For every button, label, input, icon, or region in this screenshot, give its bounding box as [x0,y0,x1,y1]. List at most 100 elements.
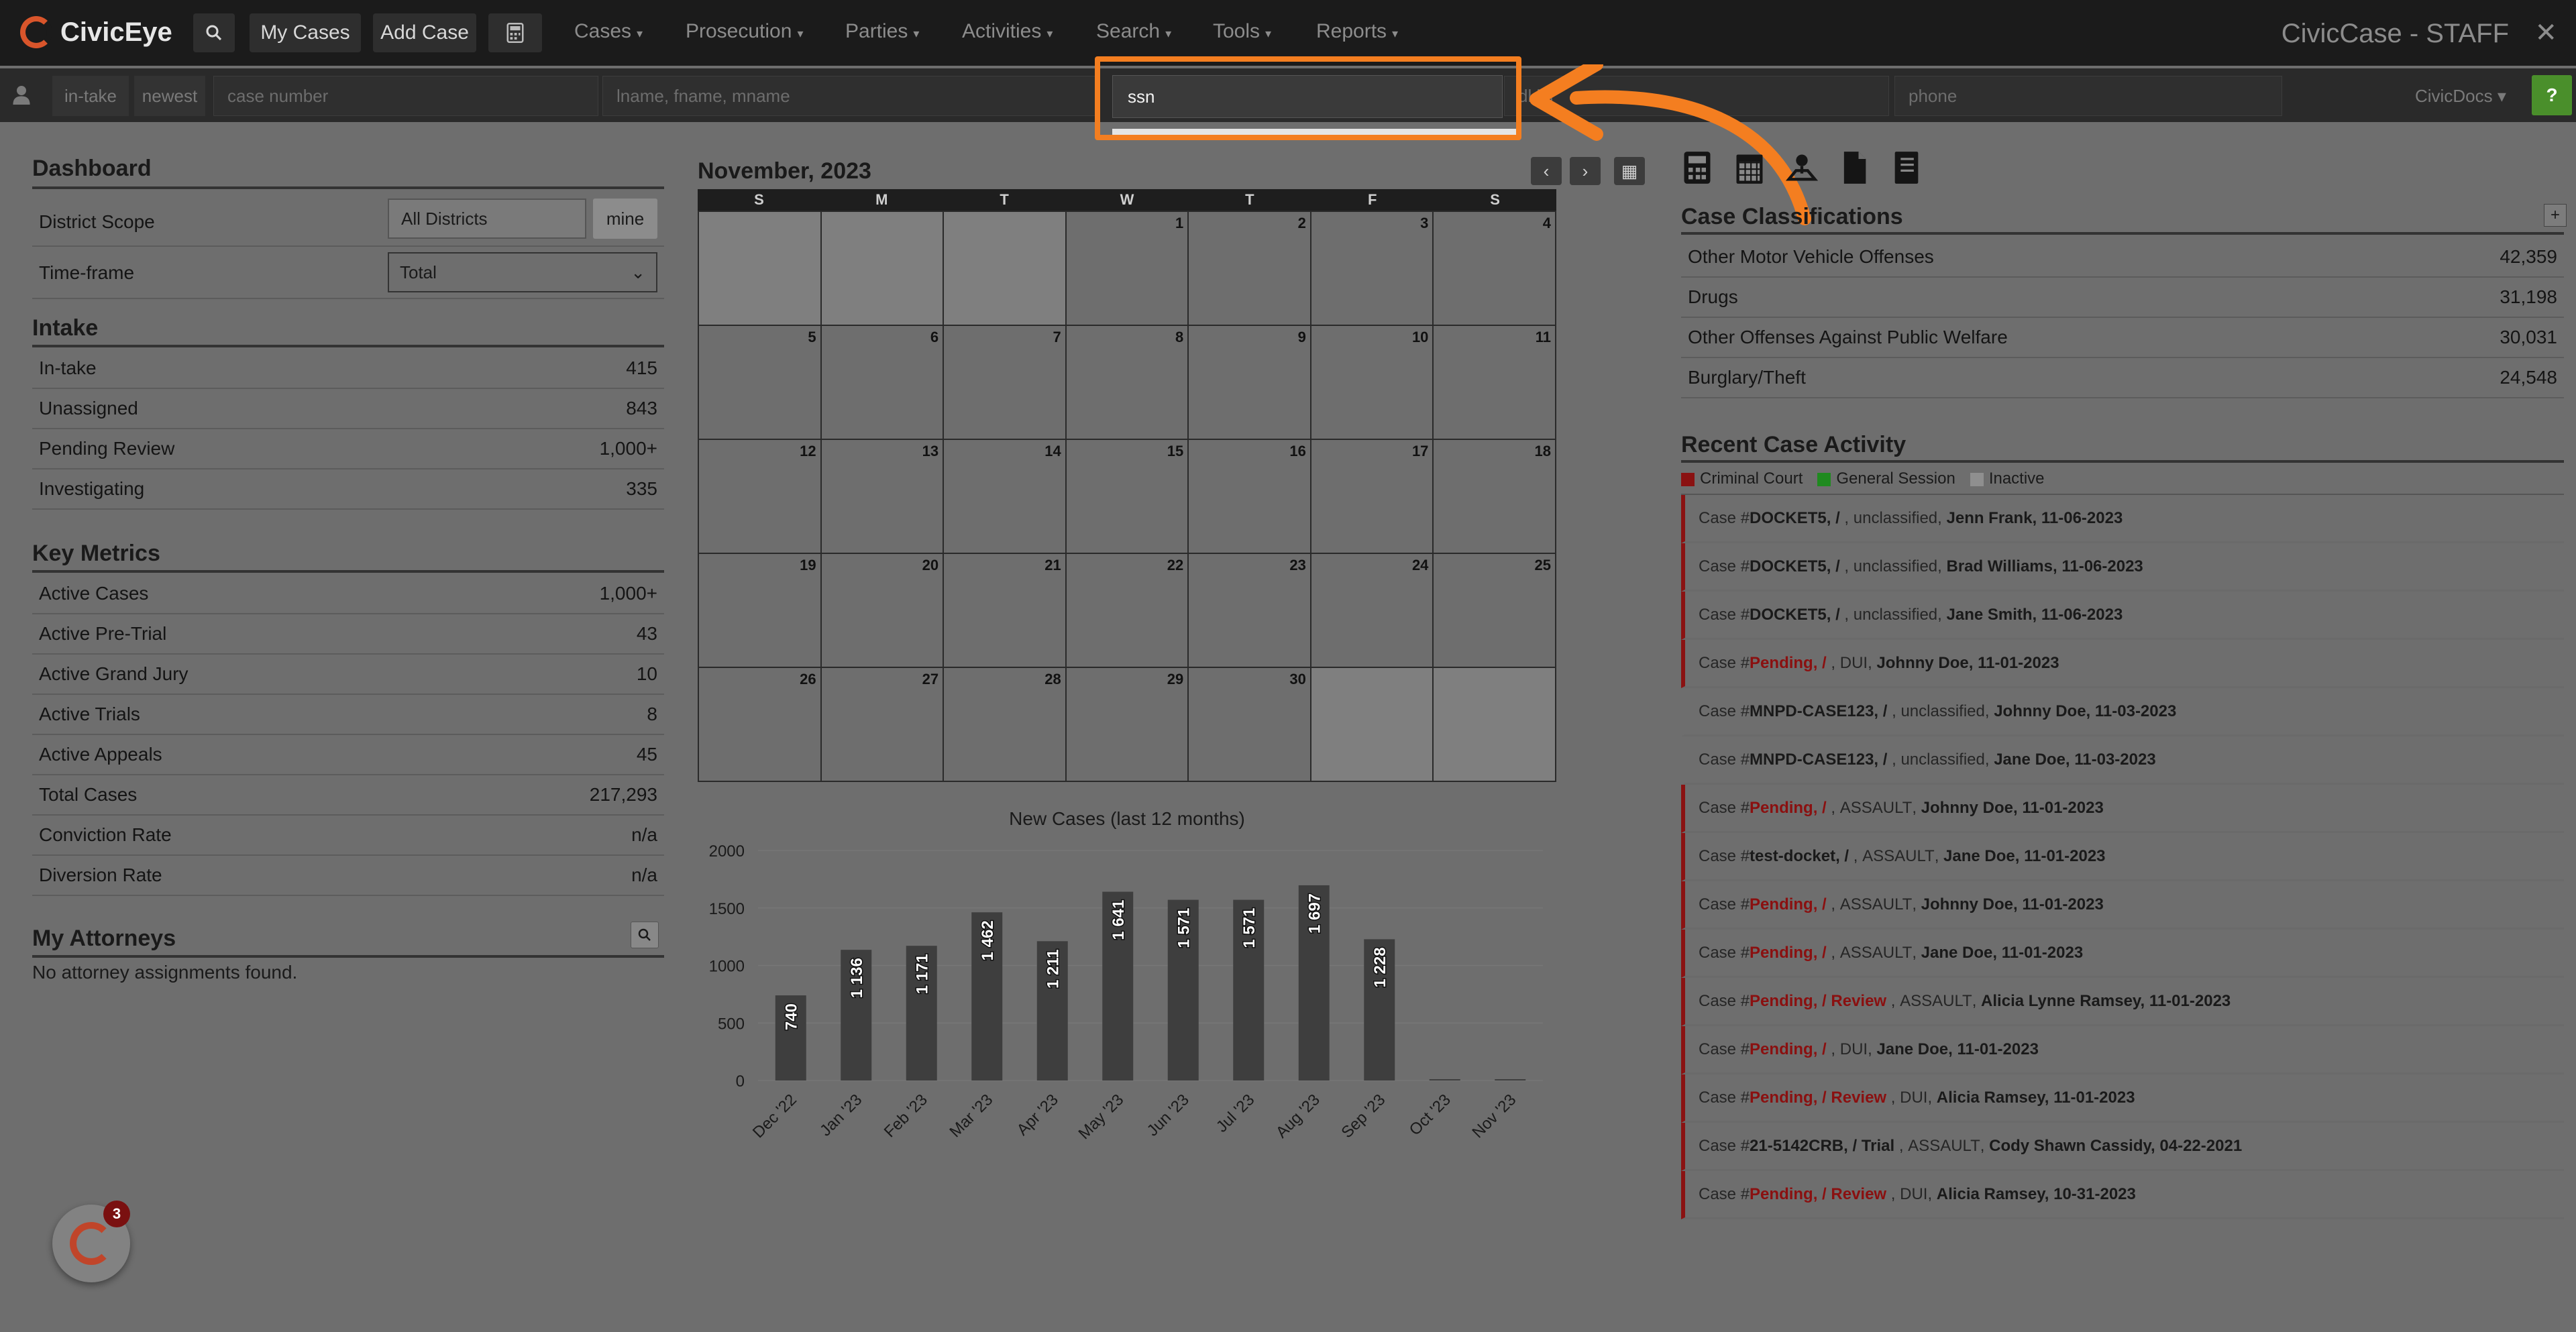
brand-logo[interactable]: CivicEye [20,16,172,48]
name-input[interactable]: lname, fname, mname [602,76,1099,116]
activity-row[interactable]: Case # Pending, / , ASSAULT, Johnny Doe, … [1681,881,2564,930]
menu-tools[interactable]: Tools ▾ [1213,20,1271,43]
activity-row[interactable]: Case # Pending, / Review , DUI, Alicia Ra… [1681,1074,2564,1123]
calendar-day-cell[interactable]: 7 [944,326,1067,440]
calendar-day-cell[interactable]: 8 [1066,326,1189,440]
calendar-day-cell[interactable]: 21 [944,554,1067,668]
menu-activities[interactable]: Activities ▾ [962,20,1053,43]
activity-row[interactable]: Case # DOCKET5, / , unclassified, Jane Sm… [1681,592,2564,640]
activity-row[interactable]: Case # DOCKET5, / , unclassified, Brad Wi… [1681,543,2564,592]
mine-button[interactable]: mine [593,199,657,239]
calendar-day-cell[interactable]: 22 [1066,554,1189,668]
classification-row[interactable]: Other Motor Vehicle Offenses 42,359 [1681,237,2564,278]
calendar-day-cell[interactable]: 17 [1311,440,1434,554]
metric-row[interactable]: Diversion Rate n/a [32,856,664,896]
row-label: Diversion Rate [39,865,162,885]
map-icon[interactable] [1786,150,1818,185]
help-button[interactable]: ? [2532,75,2572,115]
calendar-day-cell[interactable]: 3 [1311,212,1434,326]
calendar-day-cell[interactable]: 25 [1434,554,1556,668]
civicdocs-menu[interactable]: CivicDocs ▾ [2415,86,2506,107]
case-number-input[interactable]: case number [213,76,598,116]
activity-row[interactable]: Case # Pending, / Review , ASSAULT, Alici… [1681,978,2564,1026]
attorney-search-button[interactable] [631,922,659,948]
calendar-next-button[interactable]: › [1570,157,1601,185]
calendar-day-cell[interactable]: 28 [944,668,1067,782]
calendar-icon[interactable] [1733,150,1766,185]
calendar-day-cell[interactable]: 6 [821,326,945,440]
phone-input[interactable]: phone [1894,76,2282,116]
classification-row[interactable]: Drugs 31,198 [1681,278,2564,318]
menu-reports[interactable]: Reports ▾ [1316,20,1398,43]
legend-label: Criminal Court [1700,469,1803,488]
row-value: 10 [636,663,657,684]
metric-row[interactable]: Total Cases 217,293 [32,775,664,816]
activity-row[interactable]: Case # Pending, / , DUI, Jane Doe, 11-01-… [1681,1026,2564,1074]
calendar-day-cell[interactable]: 23 [1189,554,1311,668]
menu-parties[interactable]: Parties ▾ [845,20,919,43]
user-icon[interactable] [12,83,31,111]
close-icon[interactable]: ✕ [2534,17,2557,48]
calendar-day-cell[interactable]: 9 [1189,326,1311,440]
calendar-day-cell[interactable]: 15 [1066,440,1189,554]
calendar-day-cell[interactable]: 10 [1311,326,1434,440]
separator: , [1972,991,1982,1010]
notebook-icon[interactable] [1890,150,1923,185]
timeframe-select[interactable]: Total ⌄ [388,252,657,292]
calendar-day-cell[interactable]: 13 [821,440,945,554]
activity-row[interactable]: Case # Pending, / Review , DUI, Alicia Ra… [1681,1171,2564,1219]
metric-row[interactable]: Active Trials 8 [32,695,664,735]
calendar-day-cell[interactable]: 20 [821,554,945,668]
newest-filter-chip[interactable]: newest [134,76,205,116]
calendar-day-cell[interactable]: 18 [1434,440,1556,554]
metric-row[interactable]: Active Pre-Trial 43 [32,614,664,655]
calendar-day-cell[interactable]: 14 [944,440,1067,554]
calendar-day-cell[interactable]: 27 [821,668,945,782]
district-scope-input[interactable]: All Districts [388,199,586,239]
calendar-prev-button[interactable]: ‹ [1531,157,1562,185]
menu-cases[interactable]: Cases ▾ [574,20,643,43]
metric-row[interactable]: Active Appeals 45 [32,735,664,775]
add-case-button[interactable]: Add Case [373,13,476,52]
calculator-icon[interactable] [1681,150,1713,185]
activity-row[interactable]: Case # Pending, / , DUI, Johnny Doe, 11-0… [1681,640,2564,688]
activity-row[interactable]: Case # DOCKET5, / , unclassified, Jenn Fr… [1681,495,2564,543]
classification-row[interactable]: Other Offenses Against Public Welfare 30,… [1681,318,2564,358]
calendar-day-cell[interactable]: 26 [699,668,822,782]
calendar-day-cell[interactable]: 24 [1311,554,1434,668]
activity-row[interactable]: Case # Pending, / , ASSAULT, Jane Doe, 11… [1681,930,2564,978]
calendar-day-cell[interactable]: 2 [1189,212,1311,326]
activity-row[interactable]: Case # MNPD-CASE123, / , unclassified, Jo… [1681,688,2564,736]
metric-row[interactable]: Active Grand Jury 10 [32,655,664,695]
app-title[interactable]: CivicCase - STAFF [2282,19,2509,49]
intake-row[interactable]: Pending Review 1,000+ [32,429,664,469]
search-button[interactable] [193,13,235,52]
classification-row[interactable]: Burglary/Theft 24,548 [1681,358,2564,398]
calendar-day-cell[interactable]: 29 [1066,668,1189,782]
calendar-day-cell[interactable]: 30 [1189,668,1311,782]
calculator-button[interactable] [488,13,542,52]
calendar-day-cell[interactable]: 5 [699,326,822,440]
metric-row[interactable]: Active Cases 1,000+ [32,574,664,614]
document-icon[interactable] [1838,150,1870,185]
calendar-view-button[interactable]: ▦ [1614,157,1645,185]
activity-row[interactable]: Case # Pending, / , ASSAULT, Johnny Doe, … [1681,785,2564,833]
add-classification-button[interactable]: + [2544,204,2567,227]
activity-row[interactable]: Case #21-5142CRB, / Trial , ASSAULT, Cod… [1681,1123,2564,1171]
calendar-day-cell[interactable]: 11 [1434,326,1556,440]
calendar-day-cell[interactable]: 19 [699,554,822,668]
calendar-day-cell[interactable]: 1 [1066,212,1189,326]
calendar-day-cell[interactable]: 4 [1434,212,1556,326]
metric-row[interactable]: Conviction Rate n/a [32,816,664,856]
menu-search[interactable]: Search ▾ [1096,20,1171,43]
intake-filter-chip[interactable]: in-take [52,76,129,116]
my-cases-button[interactable]: My Cases [250,13,361,52]
intake-row[interactable]: Investigating 335 [32,469,664,510]
activity-row[interactable]: Case # MNPD-CASE123, / , unclassified, Ja… [1681,736,2564,785]
intake-row[interactable]: Unassigned 843 [32,389,664,429]
calendar-day-cell[interactable]: 16 [1189,440,1311,554]
activity-row[interactable]: Case # test-docket, / , ASSAULT, Jane Doe… [1681,833,2564,881]
intake-row[interactable]: In-take 415 [32,349,664,389]
menu-prosecution[interactable]: Prosecution ▾ [686,20,803,43]
calendar-day-cell[interactable]: 12 [699,440,822,554]
